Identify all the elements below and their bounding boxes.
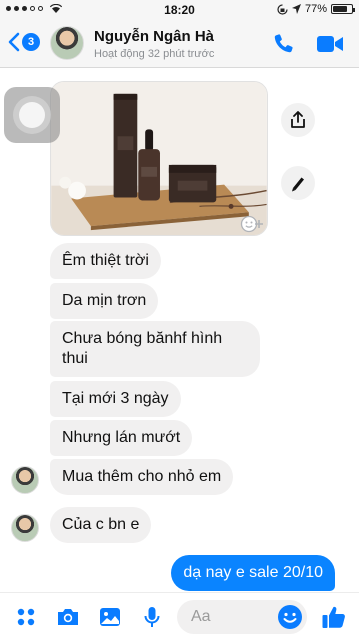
status-right-group: 77% <box>277 3 355 15</box>
contact-name[interactable]: Nguyễn Ngân Hà <box>94 28 214 45</box>
back-chevron-icon <box>8 32 20 52</box>
conversation-header: 3 Nguyễn Ngân Hà Hoạt động 32 phút trước <box>0 20 359 68</box>
battery-icon <box>331 4 355 14</box>
assistive-touch-core <box>19 102 45 128</box>
message-list[interactable]: Êm thiệt trời Da mịn trơn Chưa bóng bănh… <box>0 69 359 592</box>
camera-icon[interactable] <box>56 605 80 629</box>
contact-active-status: Hoạt động 32 phút trước <box>94 48 215 60</box>
microphone-icon[interactable] <box>140 605 164 629</box>
battery-percent: 77% <box>304 3 327 15</box>
add-reaction-icon[interactable] <box>240 215 264 233</box>
share-button[interactable] <box>281 103 315 137</box>
battery-fill <box>333 6 347 12</box>
status-bar: 18:20 77% <box>0 0 359 20</box>
more-dots-icon[interactable] <box>14 605 38 629</box>
sent-message[interactable]: dạ nay e sale 20/10 <box>171 555 335 591</box>
contact-avatar-small[interactable] <box>11 466 39 494</box>
assistive-touch-button[interactable] <box>4 87 60 143</box>
received-message[interactable]: Chưa bóng bănhf hình thui <box>50 321 260 377</box>
received-message[interactable]: Của c bn e <box>50 507 152 543</box>
contact-avatar[interactable] <box>50 26 84 60</box>
like-thumb-icon[interactable] <box>321 604 347 630</box>
location-icon <box>291 4 301 14</box>
unread-count-badge: 3 <box>22 33 40 51</box>
received-message[interactable]: Êm thiệt trời <box>50 243 161 279</box>
received-message[interactable]: Da mịn trơn <box>50 283 159 319</box>
video-camera-icon[interactable] <box>316 33 344 55</box>
gallery-icon[interactable] <box>98 605 122 629</box>
lock-rotation-icon <box>277 3 288 15</box>
edit-button[interactable] <box>281 166 315 200</box>
emoji-icon[interactable] <box>277 604 303 630</box>
received-message[interactable]: Tại mới 3 ngày <box>50 381 181 417</box>
received-message[interactable]: Nhưng lán mướt <box>50 420 193 456</box>
contact-avatar-small[interactable] <box>11 514 39 542</box>
product-photo <box>51 82 267 235</box>
back-button[interactable]: 3 <box>8 32 40 52</box>
share-icon <box>291 111 305 128</box>
phone-icon[interactable] <box>272 32 296 56</box>
message-composer <box>0 592 359 640</box>
product-photo-message[interactable] <box>50 81 268 236</box>
received-message[interactable]: Mua thêm cho nhỏ em <box>50 459 234 495</box>
edit-pencil-icon <box>292 177 304 192</box>
